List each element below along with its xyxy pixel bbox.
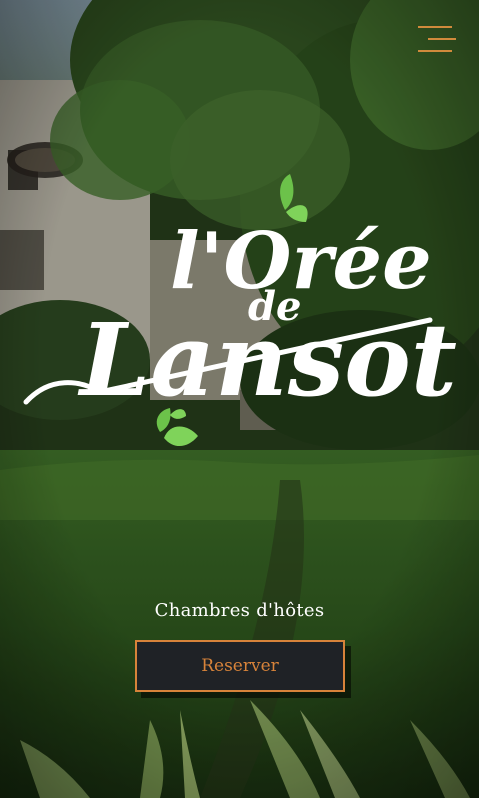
tagline: Chambres d'hôtes	[154, 600, 325, 621]
logo-line-3: Lansot	[77, 301, 457, 419]
leaf-icon	[280, 174, 294, 210]
hamburger-menu-icon[interactable]	[418, 26, 456, 58]
hero-section: l'Orée de Lansot Chambres d'hôtes Reserv…	[0, 0, 479, 798]
site-logo: l'Orée de Lansot	[23, 174, 457, 447]
leaf-icon	[164, 426, 198, 447]
reserve-button[interactable]: Reserver	[135, 640, 345, 692]
